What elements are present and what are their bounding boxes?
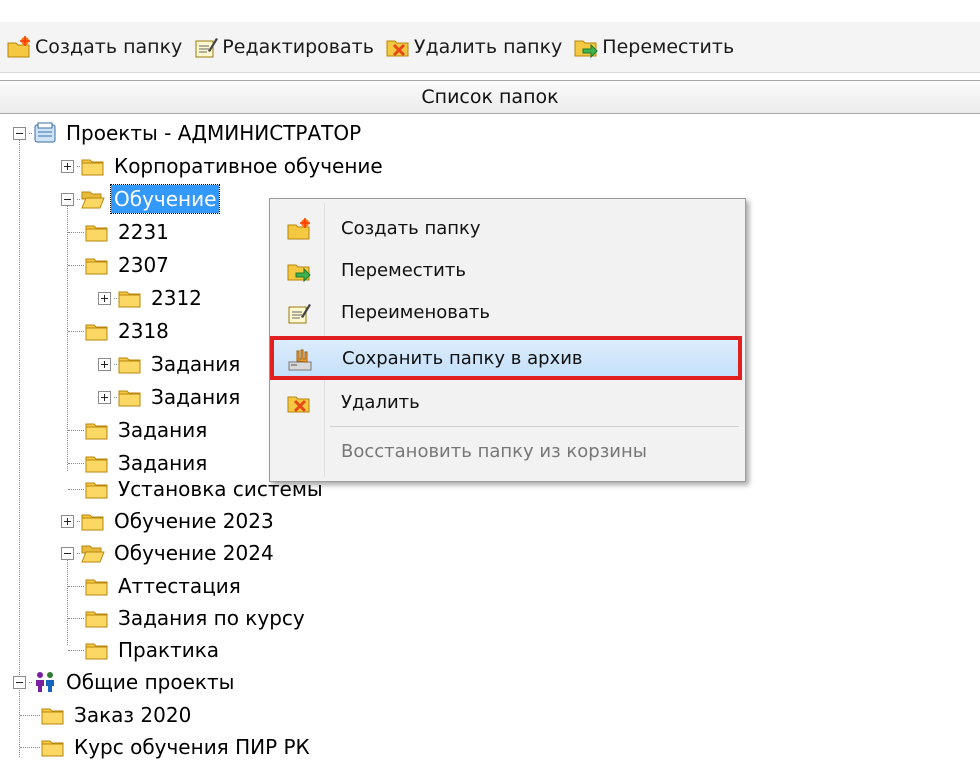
folder-icon: [118, 353, 142, 375]
tree-item-shared-projects[interactable]: Общие проекты: [13, 666, 237, 698]
tree-item-label: Задания по курсу: [118, 606, 305, 630]
tree-item-label: Задания: [151, 352, 241, 376]
menu-item-rename[interactable]: Переименовать: [273, 294, 740, 332]
tree-item-learning[interactable]: Обучение: [61, 183, 221, 215]
folder-icon: [81, 155, 105, 177]
context-menu: Создать папку Переместить Переименовать …: [269, 198, 746, 482]
tree-item-projects-admin[interactable]: Проекты - АДМИНИСТРАТОР: [13, 117, 364, 149]
move-button[interactable]: Переместить: [574, 35, 734, 59]
menu-item-delete[interactable]: Удалить: [273, 384, 740, 422]
folder-icon: [85, 575, 109, 597]
tree-item-label: Обучение: [109, 184, 221, 214]
tree-item-label: 2307: [118, 253, 169, 277]
tree-item-label: Аттестация: [118, 574, 241, 598]
tree-item-attestation[interactable]: Аттестация: [68, 570, 244, 602]
menu-item-restore-from-trash: Восстановить папку из корзины: [273, 433, 740, 471]
tree-item-label: Заказ 2020: [74, 703, 192, 727]
tree-item-label: Проекты - АДМИНИСТРАТОР: [66, 121, 362, 145]
menu-separator: [330, 426, 739, 427]
tree-item-practice[interactable]: Практика: [68, 634, 222, 666]
menu-item-label: Создать папку: [341, 218, 481, 239]
projects-icon: [33, 122, 57, 144]
menu-item-label: Восстановить папку из корзины: [341, 441, 647, 462]
folder-move-icon: [287, 259, 311, 283]
tree-item-pir-course[interactable]: Курс обучения ПИР РК: [20, 731, 313, 763]
tree-item-order-2020[interactable]: Заказ 2020: [20, 699, 194, 731]
move-label: Переместить: [602, 36, 735, 58]
delete-folder-button[interactable]: Удалить папку: [386, 35, 562, 59]
menu-item-create-folder[interactable]: Создать папку: [273, 210, 740, 248]
tree-item-label: Обучение 2024: [114, 541, 274, 565]
folder-icon: [41, 704, 65, 726]
tree-item-label: Корпоративное обучение: [114, 154, 383, 178]
menu-item-label: Переименовать: [341, 302, 490, 323]
folder-new-icon: [7, 35, 31, 59]
menu-item-label: Переместить: [341, 260, 466, 281]
delete-folder-label: Удалить папку: [413, 36, 563, 58]
tree-item-tasks-3[interactable]: Задания: [68, 414, 210, 446]
tree-item-2312[interactable]: 2312: [61, 282, 205, 314]
delete-icon: [287, 391, 311, 415]
menu-item-label: Сохранить папку в архив: [342, 348, 583, 369]
folder-icon: [118, 386, 142, 408]
tree-item-learning-2023[interactable]: Обучение 2023: [61, 505, 277, 537]
expand-toggle[interactable]: [98, 390, 111, 404]
tree-item-label: 2318: [118, 319, 169, 343]
collapse-toggle[interactable]: [13, 126, 26, 140]
expand-toggle[interactable]: [98, 291, 111, 305]
folder-open-icon: [81, 542, 105, 564]
tree-item-label: Общие проекты: [66, 670, 235, 694]
expand-toggle[interactable]: [61, 514, 74, 528]
folder-icon: [85, 607, 109, 629]
tree-item-label: Обучение 2023: [114, 509, 274, 533]
archive-icon: [288, 347, 312, 371]
collapse-toggle[interactable]: [13, 675, 26, 689]
toolbar: Создать папку Редактировать Удалить папк…: [0, 22, 980, 73]
tree-item-label: 2312: [151, 286, 202, 310]
menu-item-move[interactable]: Переместить: [273, 252, 740, 290]
folder-icon: [85, 452, 109, 474]
tree-connector-root: [19, 139, 20, 689]
menu-item-save-to-archive[interactable]: Сохранить папку в архив: [273, 339, 740, 377]
tree-item-2318[interactable]: 2318: [68, 315, 172, 347]
tree-item-label: Задания: [118, 418, 208, 442]
rename-icon: [287, 301, 311, 325]
tree-item-2307[interactable]: 2307: [68, 249, 172, 281]
folder-open-icon: [81, 188, 105, 210]
folder-list-header: Список папок: [0, 80, 980, 114]
menu-item-label: Удалить: [341, 392, 420, 413]
tree-item-label: Задания: [151, 385, 241, 409]
edit-button[interactable]: Редактировать: [194, 35, 374, 59]
tree-item-label: 2231: [118, 220, 169, 244]
tree-item-2231[interactable]: 2231: [68, 216, 172, 248]
collapse-toggle[interactable]: [61, 546, 74, 560]
tree-item-learning-2024[interactable]: Обучение 2024: [61, 537, 277, 569]
folder-icon: [85, 320, 109, 342]
folder-move-icon: [574, 35, 599, 59]
folder-icon: [118, 287, 142, 309]
tree-item-tasks-2[interactable]: Задания: [61, 381, 243, 413]
folder-icon: [85, 419, 109, 441]
folder-delete-icon: [386, 35, 410, 59]
expand-toggle[interactable]: [98, 357, 111, 371]
window-top-strip: [0, 0, 980, 22]
edit-label: Редактировать: [222, 36, 374, 58]
collapse-toggle[interactable]: [61, 192, 74, 206]
create-folder-label: Создать папку: [35, 36, 183, 58]
create-folder-button[interactable]: Создать папку: [7, 35, 182, 59]
folder-icon: [85, 478, 109, 500]
folder-icon: [85, 639, 109, 661]
expand-toggle[interactable]: [61, 159, 74, 173]
folder-icon: [85, 221, 109, 243]
folder-icon: [41, 736, 65, 758]
edit-icon: [194, 35, 219, 59]
folder-icon: [85, 254, 109, 276]
shared-projects-icon: [33, 671, 57, 693]
tree-item-tasks-1[interactable]: Задания: [61, 348, 243, 380]
folder-new-icon: [287, 217, 311, 241]
tree-item-corporate-training[interactable]: Корпоративное обучение: [61, 150, 386, 182]
tree-item-course-tasks[interactable]: Задания по курсу: [68, 602, 308, 634]
tree-item-label: Практика: [118, 638, 220, 662]
folder-icon: [81, 510, 105, 532]
